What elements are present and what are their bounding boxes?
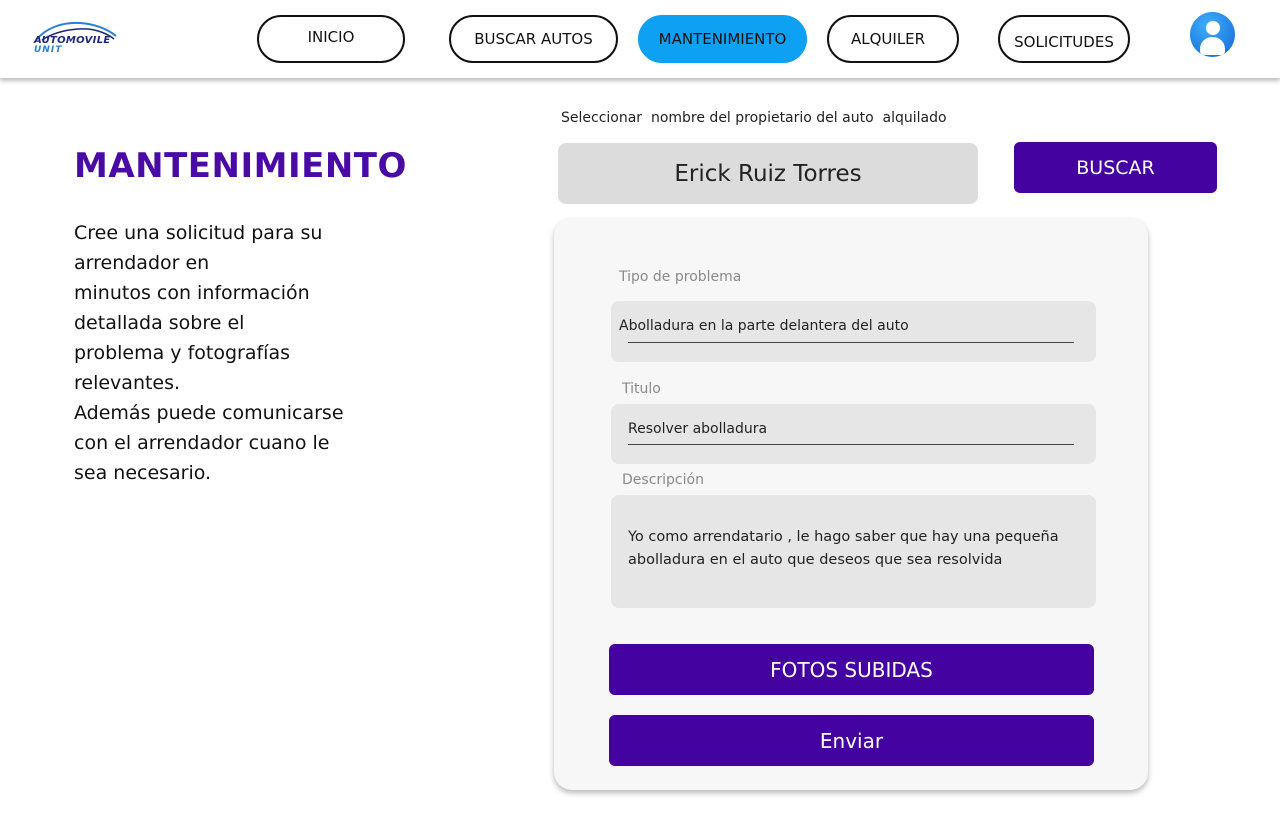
problem-type-underline: [628, 342, 1074, 343]
submit-button[interactable]: Enviar: [609, 715, 1094, 766]
uploaded-photos-button[interactable]: FOTOS SUBIDAS: [609, 644, 1094, 695]
title-label: Titulo: [622, 381, 661, 397]
brand-name-line2: UNIT: [34, 45, 63, 55]
top-navbar: AUTOMOVILE UNIT INICIO BUSCAR AUTOS MANT…: [0, 0, 1280, 78]
page-title: MANTENIMIENTO: [74, 146, 407, 186]
nav-solicitudes-button[interactable]: SOLICITUDES: [998, 15, 1130, 63]
avatar-head: [1206, 21, 1220, 35]
description-value: Yo como arrendatario , le hago saber que…: [628, 529, 1059, 568]
nav-inicio-button[interactable]: INICIO: [257, 15, 405, 63]
brand-logo[interactable]: AUTOMOVILE UNIT: [32, 18, 120, 58]
problem-type-label: Tipo de problema: [619, 269, 742, 285]
owner-select-field[interactable]: Erick Ruiz Torres: [558, 143, 978, 204]
nav-buscar-autos-button[interactable]: BUSCAR AUTOS: [449, 15, 618, 63]
user-avatar-icon[interactable]: [1190, 12, 1235, 57]
description-label: Descripción: [622, 472, 704, 488]
search-button[interactable]: BUSCAR: [1014, 142, 1217, 193]
nav-mantenimiento-button[interactable]: MANTENIMIENTO: [638, 15, 807, 63]
intro-description: Cree una solicitud para su arrendador en…: [74, 222, 344, 484]
owner-select-label: Seleccionar nombre del propietario del a…: [561, 110, 947, 126]
nav-alquiler-button[interactable]: ALQUILER: [827, 15, 959, 63]
title-value: Resolver abolladura: [628, 421, 768, 437]
avatar-body: [1200, 37, 1225, 55]
title-underline: [628, 444, 1074, 445]
problem-type-value: Abolladura en la parte delantera del aut…: [619, 318, 909, 334]
owner-selected-value: Erick Ruiz Torres: [674, 160, 862, 187]
